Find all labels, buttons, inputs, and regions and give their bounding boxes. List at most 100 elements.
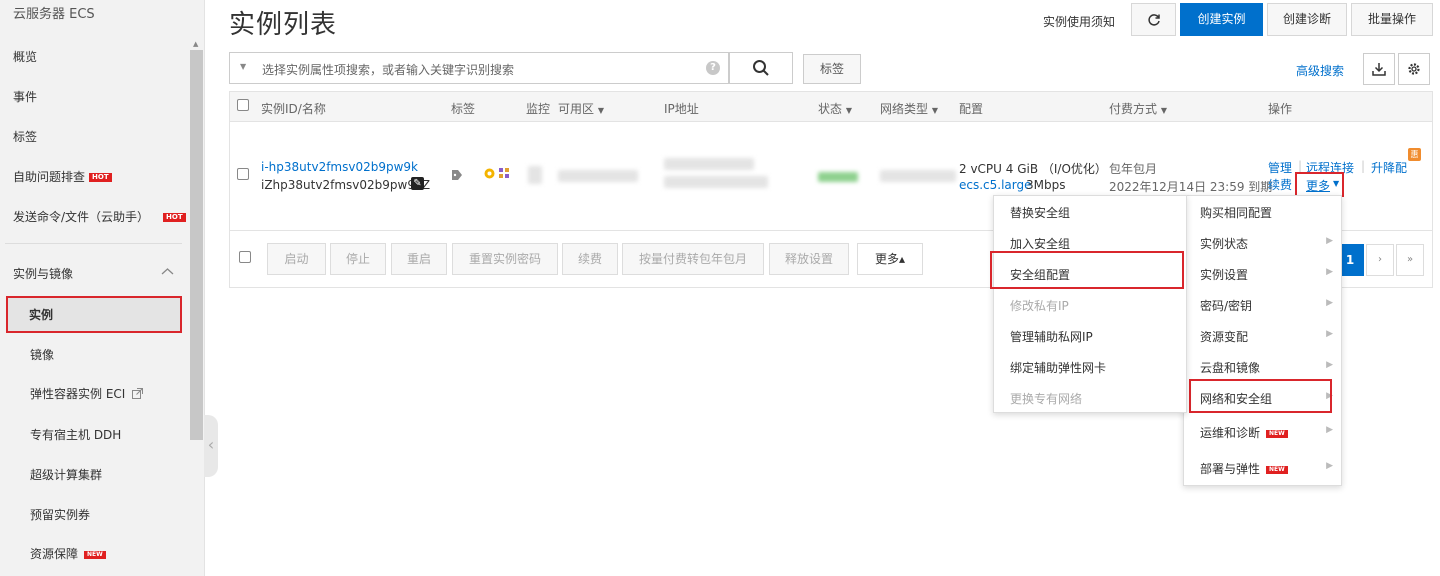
monitor-icon[interactable] — [498, 167, 510, 179]
sidebar-item-instances[interactable]: 实例 — [6, 296, 182, 333]
menu-item-password-key[interactable]: 密码/密钥 ▶ — [1184, 290, 1341, 321]
edit-icon[interactable]: ✎ — [411, 177, 424, 190]
submenu-item-modify-private-ip[interactable]: 修改私有IP — [994, 290, 1186, 321]
advanced-search-link[interactable]: 高级搜索 — [1296, 62, 1344, 79]
select-all-checkbox[interactable] — [237, 99, 249, 111]
hot-badge: HOT — [89, 173, 112, 182]
submenu-item-change-vpc[interactable]: 更换专有网络 — [994, 383, 1186, 414]
instance-id-link[interactable]: i-hp38utv2fmsv02b9pw9k — [261, 160, 418, 174]
settings-button[interactable] — [1398, 53, 1430, 85]
instance-notice-link[interactable]: 实例使用须知 — [1043, 13, 1115, 30]
last-page-button[interactable]: » — [1396, 244, 1424, 276]
redacted-ip — [664, 176, 768, 188]
row-checkbox[interactable] — [237, 168, 249, 180]
menu-item-label: 实例状态 — [1200, 237, 1249, 251]
new-badge: NEW — [84, 551, 106, 559]
column-header-actions: 操作 — [1268, 102, 1293, 116]
search-placeholder: 选择实例属性项搜索，或者输入关键字识别搜索 — [262, 63, 515, 77]
more-actions-button[interactable]: 更多 ▼ — [1295, 172, 1344, 197]
renew-link[interactable]: 续费 — [1268, 176, 1292, 193]
column-header-monitor: 监控 — [526, 102, 551, 116]
sidebar-item-overview[interactable]: 概览 — [13, 48, 37, 65]
sidebar-item-tags[interactable]: 标签 — [13, 128, 37, 145]
submenu-item-manage-secondary-ip[interactable]: 管理辅助私网IP — [994, 321, 1186, 352]
search-button[interactable] — [729, 52, 793, 84]
menu-item-instance-status[interactable]: 实例状态 ▶ — [1184, 228, 1341, 259]
column-label: 网络类型 — [880, 102, 929, 116]
column-header-status[interactable]: 状态 ▼ — [818, 100, 852, 117]
stop-button[interactable]: 停止 — [330, 243, 386, 275]
sidebar-scrollbar[interactable] — [190, 50, 203, 440]
separator: | — [1298, 159, 1303, 173]
column-header-zone[interactable]: 可用区 ▼ — [558, 100, 604, 117]
new-badge: NEW — [1266, 466, 1288, 474]
shield-icon[interactable] — [484, 168, 495, 179]
menu-item-instance-settings[interactable]: 实例设置 ▶ — [1184, 259, 1341, 290]
chevron-right-icon: ▶ — [1326, 425, 1333, 435]
refresh-button[interactable] — [1131, 3, 1176, 36]
sidebar-title: 云服务器 ECS — [13, 7, 95, 22]
help-icon[interactable]: ? — [706, 61, 720, 75]
next-page-button[interactable]: › — [1366, 244, 1394, 276]
sidebar-item-scc[interactable]: 超级计算集群 — [30, 466, 102, 483]
new-badge: NEW — [1266, 430, 1288, 438]
sidebar-collapse-handle[interactable]: ‹ — [204, 415, 218, 477]
page-title: 实例列表 — [229, 10, 338, 40]
scroll-up-arrow-icon[interactable]: ▲ — [193, 40, 198, 48]
chevron-right-icon: ▶ — [1326, 461, 1333, 471]
instance-type-link[interactable]: ecs.c5.large — [959, 178, 1032, 192]
menu-item-ops-diagnosis[interactable]: 运维和诊断 NEW ▶ — [1184, 417, 1341, 448]
sidebar-group-label: 实例与镜像 — [13, 267, 74, 281]
sidebar-item-cloud-assistant[interactable]: 发送命令/文件（云助手） HOT — [13, 208, 186, 225]
chevron-right-icon: ▶ — [1326, 329, 1333, 339]
create-diagnosis-button[interactable]: 创建诊断 — [1267, 3, 1347, 36]
menu-item-label: 资源变配 — [1200, 330, 1249, 344]
chevron-up-icon[interactable] — [161, 267, 174, 276]
refresh-icon — [1147, 14, 1160, 26]
upgrade-link[interactable]: 升降配 — [1371, 159, 1407, 176]
column-header-network[interactable]: 网络类型 ▼ — [880, 100, 938, 117]
sidebar-item-troubleshoot[interactable]: 自助问题排查 HOT — [13, 168, 112, 185]
highlight-network-security-group — [1189, 379, 1332, 413]
menu-item-label: 部署与弹性 — [1200, 462, 1261, 476]
download-button[interactable] — [1363, 53, 1395, 85]
manage-link[interactable]: 管理 — [1268, 159, 1292, 176]
reset-password-button[interactable]: 重置实例密码 — [452, 243, 558, 275]
caret-down-icon[interactable]: ▼ — [240, 62, 246, 71]
sidebar-item-events[interactable]: 事件 — [13, 88, 37, 105]
restart-button[interactable]: 重启 — [391, 243, 447, 275]
sidebar-item-resource-guarantee[interactable]: 资源保障 NEW — [30, 545, 106, 562]
renew-button[interactable]: 续费 — [562, 243, 618, 275]
redacted-ip — [664, 158, 754, 170]
footer-select-all-checkbox[interactable] — [239, 251, 251, 263]
security-group-submenu: 替换安全组 加入安全组 安全组配置 修改私有IP 管理辅助私网IP 绑定辅助弹性… — [993, 195, 1187, 413]
convert-billing-button[interactable]: 按量付费转包年包月 — [622, 243, 764, 275]
sidebar-group-instances-images[interactable]: 实例与镜像 — [13, 265, 73, 282]
start-button[interactable]: 启动 — [267, 243, 326, 275]
footer-more-button[interactable]: 更多▴ — [857, 243, 923, 275]
submenu-item-replace-sg[interactable]: 替换安全组 — [994, 197, 1186, 228]
chevron-right-icon: ▶ — [1326, 267, 1333, 277]
tag-filter-button[interactable]: 标签 — [803, 54, 861, 84]
gear-icon — [1408, 63, 1420, 75]
sidebar-item-reserved[interactable]: 预留实例券 — [30, 506, 90, 523]
search-input[interactable]: ▼ 选择实例属性项搜索，或者输入关键字识别搜索 ? — [229, 52, 729, 84]
search-icon — [753, 60, 769, 76]
submenu-item-bind-eni[interactable]: 绑定辅助弹性网卡 — [994, 352, 1186, 383]
download-icon — [1372, 63, 1386, 76]
sidebar-item-label: 自助问题排查 — [13, 170, 86, 184]
column-header-billing[interactable]: 付费方式 ▼ — [1109, 100, 1167, 117]
sidebar-item-label: 发送命令/文件（云助手） — [13, 210, 150, 224]
sidebar-item-images[interactable]: 镜像 — [30, 346, 54, 363]
batch-operation-button[interactable]: 批量操作 — [1351, 3, 1433, 36]
sidebar-item-ddh[interactable]: 专有宿主机 DDH — [30, 426, 121, 443]
redacted-zone — [528, 166, 542, 184]
sidebar-item-eci[interactable]: 弹性容器实例 ECI — [30, 385, 144, 402]
menu-item-deploy-elastic[interactable]: 部署与弹性 NEW ▶ — [1184, 453, 1341, 484]
release-settings-button[interactable]: 释放设置 — [769, 243, 849, 275]
tag-icon[interactable] — [451, 169, 463, 181]
create-instance-button[interactable]: 创建实例 — [1180, 3, 1263, 36]
menu-item-buy-same[interactable]: 购买相同配置 — [1184, 197, 1341, 228]
config-spec: 2 vCPU 4 GiB （I/O优化） — [959, 162, 1107, 176]
menu-item-resource-change[interactable]: 资源变配 ▶ — [1184, 321, 1341, 352]
